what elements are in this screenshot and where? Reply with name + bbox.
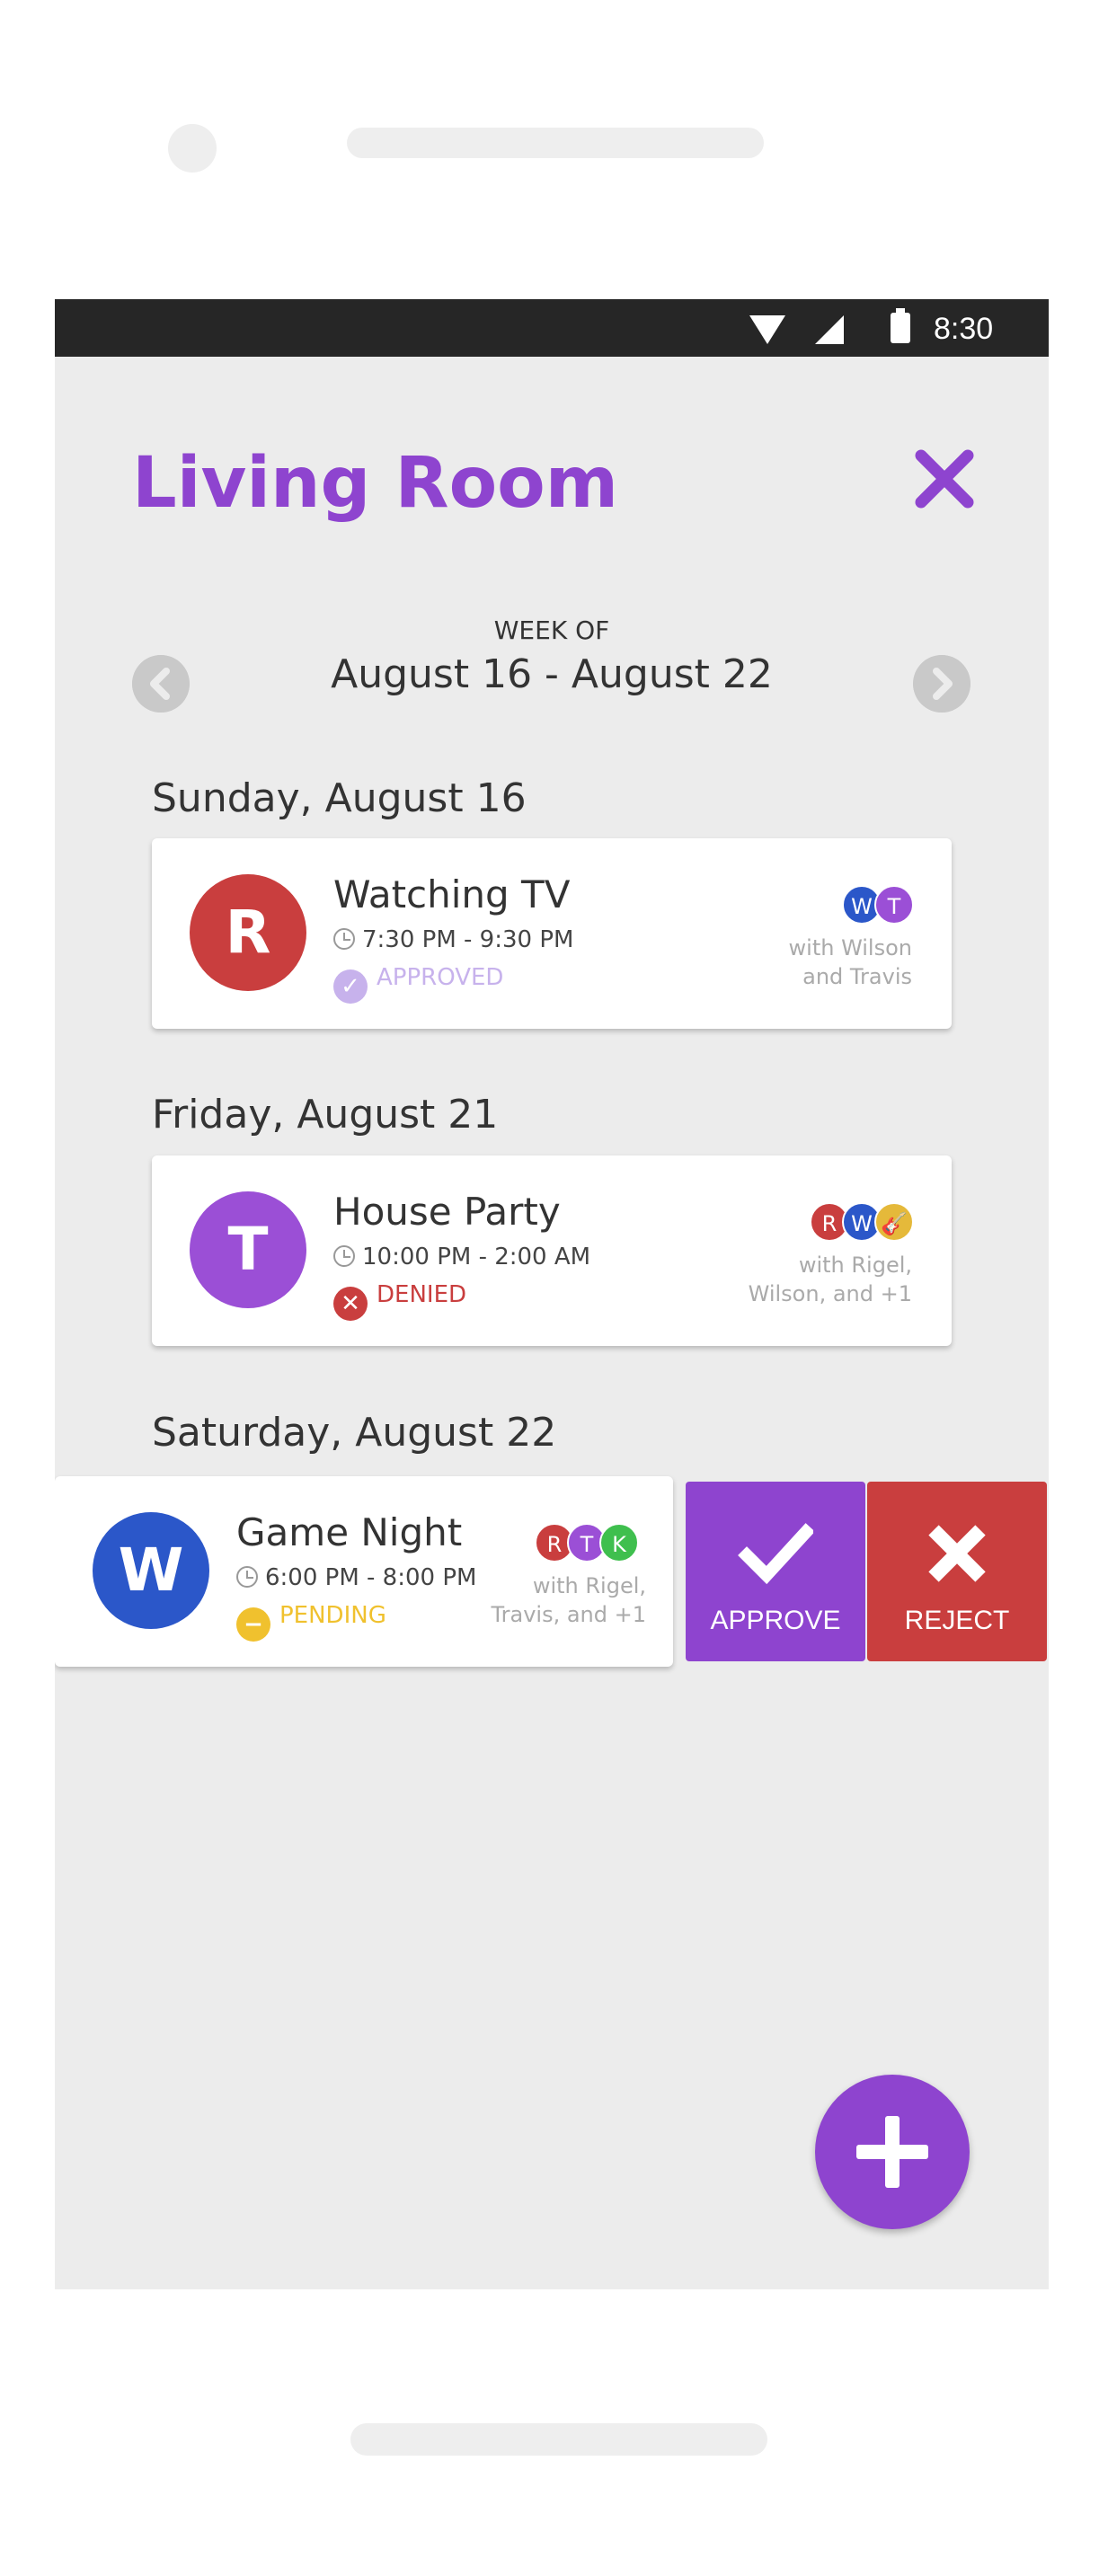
- event-card[interactable]: T House Party 10:00 PM - 2:00 AM ✕ DENIED…: [152, 1155, 952, 1346]
- avatar: R: [190, 874, 306, 991]
- app-screen: 8:30 Living Room WEEK OF August 16 - Aug…: [55, 299, 1049, 2289]
- event-time-row: 7:30 PM - 9:30 PM: [333, 926, 573, 953]
- participants-line: with Wilson: [788, 935, 912, 960]
- clock-icon: [333, 928, 355, 950]
- status-time: 8:30: [934, 312, 994, 346]
- day-heading: Sunday, August 16: [152, 775, 527, 821]
- day-heading: Friday, August 21: [152, 1092, 499, 1138]
- chevron-right-icon[interactable]: [913, 655, 970, 713]
- participants-line: and Travis: [802, 964, 912, 989]
- participant-avatars: RTK: [535, 1523, 648, 1562]
- participant-avatar: T: [874, 885, 914, 925]
- front-camera: [168, 124, 217, 173]
- device-frame: 8:30 Living Room WEEK OF August 16 - Aug…: [0, 0, 1099, 2576]
- reject-button[interactable]: REJECT: [867, 1482, 1047, 1661]
- reject-label: REJECT: [904, 1606, 1010, 1635]
- avatar: W: [93, 1512, 209, 1629]
- x-circle-icon: ✕: [333, 1287, 368, 1321]
- status-label: DENIED: [377, 1281, 467, 1308]
- avatar: T: [190, 1191, 306, 1308]
- wifi-icon: [749, 315, 785, 344]
- week-label: WEEK OF: [493, 615, 610, 645]
- chevron-left-icon[interactable]: [132, 655, 190, 713]
- battery-icon: [891, 308, 910, 343]
- check-icon: [738, 1523, 813, 1585]
- page-title: Living Room: [132, 443, 619, 524]
- participants-line: with Rigel,: [532, 1573, 646, 1598]
- participant-avatars: R W 🎸: [810, 1202, 923, 1242]
- add-event-button[interactable]: [815, 2075, 970, 2229]
- participant-avatars: WT: [842, 885, 923, 925]
- event-title: Game Night: [236, 1510, 463, 1554]
- participants-text: with Rigel, Travis, and +1: [412, 1571, 647, 1629]
- participant-avatar: K: [599, 1523, 639, 1562]
- event-time-row: 10:00 PM - 2:00 AM: [333, 1244, 590, 1270]
- participants-text: with Rigel, Wilson, and +1: [678, 1251, 912, 1308]
- participants-line: Travis, and +1: [491, 1602, 647, 1627]
- status-badge: ✕ DENIED: [333, 1281, 466, 1321]
- speaker-grille: [347, 128, 764, 158]
- status-bar: 8:30: [55, 299, 1049, 357]
- event-time: 7:30 PM - 9:30 PM: [362, 926, 574, 953]
- close-icon[interactable]: [908, 443, 980, 515]
- close-icon: [928, 1525, 986, 1582]
- clock-icon: [236, 1566, 258, 1588]
- participant-avatar: 🎸: [874, 1202, 914, 1242]
- approve-label: APPROVE: [710, 1606, 841, 1635]
- event-title: House Party: [333, 1190, 561, 1234]
- clock-icon: [333, 1245, 355, 1267]
- event-title: Watching TV: [333, 872, 571, 916]
- status-label: PENDING: [279, 1602, 386, 1629]
- event-card-swiped[interactable]: W Game Night 6:00 PM - 8:00 PM − PENDING …: [55, 1476, 673, 1667]
- event-time: 10:00 PM - 2:00 AM: [362, 1244, 591, 1270]
- minus-circle-icon: −: [236, 1607, 270, 1642]
- day-heading: Saturday, August 22: [152, 1410, 557, 1456]
- approve-button[interactable]: APPROVE: [686, 1482, 865, 1661]
- status-badge: − PENDING: [236, 1602, 386, 1642]
- check-circle-icon: ✓: [333, 969, 368, 1004]
- participants-line: with Rigel,: [798, 1253, 912, 1278]
- participants-text: with Wilson and Travis: [678, 934, 912, 991]
- status-badge: ✓ APPROVED: [333, 964, 503, 1004]
- status-label: APPROVED: [377, 964, 504, 991]
- home-indicator: [350, 2423, 767, 2456]
- participants-line: Wilson, and +1: [748, 1281, 912, 1306]
- event-card[interactable]: R Watching TV 7:30 PM - 9:30 PM ✓ APPROVE…: [152, 838, 952, 1029]
- signal-icon: [815, 315, 844, 344]
- week-range: August 16 - August 22: [331, 651, 773, 697]
